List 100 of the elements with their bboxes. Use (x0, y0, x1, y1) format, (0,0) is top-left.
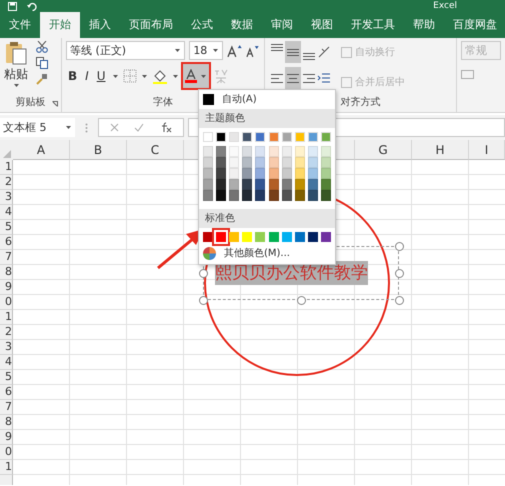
row-header[interactable]: 8 (0, 415, 13, 430)
checkmark-icon[interactable] (134, 123, 144, 132)
color-swatch[interactable] (308, 132, 318, 142)
row-header[interactable]: 2 (0, 325, 13, 340)
caret-icon[interactable] (140, 74, 148, 78)
align-middle-button[interactable] (285, 41, 301, 63)
caret-icon[interactable] (212, 48, 219, 53)
resize-handle[interactable] (395, 242, 404, 251)
color-swatch[interactable] (216, 157, 226, 168)
underline-button[interactable]: U (94, 65, 108, 87)
color-swatch[interactable] (242, 157, 252, 168)
text-orientation-icon[interactable] (317, 45, 331, 59)
color-swatch[interactable] (242, 179, 252, 190)
shrink-font-icon[interactable] (246, 44, 260, 58)
caret-icon[interactable] (65, 125, 72, 130)
font-name-field[interactable]: 等线 (正文) (66, 41, 186, 60)
paint-bucket-icon[interactable] (152, 68, 168, 84)
ribbon-tab[interactable]: 审阅 (262, 12, 302, 38)
color-swatch[interactable] (282, 132, 292, 142)
color-swatch[interactable] (242, 190, 252, 201)
column-header[interactable]: C (127, 140, 184, 160)
color-swatch[interactable] (216, 190, 226, 201)
row-header[interactable]: 0 (0, 295, 13, 310)
save-icon[interactable] (8, 2, 17, 10)
row-header[interactable]: 8 (0, 265, 13, 280)
ribbon-tab[interactable]: 帮助 (404, 12, 444, 38)
column-header[interactable]: G (355, 140, 412, 160)
color-swatch[interactable] (294, 132, 305, 142)
color-swatch[interactable] (282, 146, 292, 157)
caret-icon[interactable] (12, 83, 20, 88)
color-swatch[interactable] (282, 157, 292, 168)
color-swatch[interactable] (320, 168, 331, 179)
name-box[interactable]: 文本框 5 (0, 118, 75, 137)
font-size-field[interactable]: 18 (189, 41, 223, 60)
row-header[interactable]: 5 (0, 220, 13, 235)
row-header[interactable]: 9 (0, 430, 13, 445)
copy-icon[interactable] (36, 57, 50, 69)
column-header[interactable]: B (70, 140, 127, 160)
color-swatch[interactable] (255, 168, 266, 179)
color-swatch[interactable] (216, 168, 226, 179)
row-header[interactable]: 3 (0, 190, 13, 205)
row-header[interactable]: 1 (0, 310, 13, 325)
color-swatch[interactable] (203, 179, 213, 190)
ribbon-tab[interactable]: 文件 (0, 12, 40, 38)
color-swatch[interactable] (308, 157, 318, 168)
color-swatch[interactable] (255, 132, 266, 142)
color-swatch[interactable] (268, 168, 279, 179)
row-header[interactable]: 7 (0, 400, 13, 415)
color-swatch[interactable] (203, 132, 213, 142)
color-swatch[interactable] (216, 179, 226, 190)
color-swatch[interactable] (282, 179, 292, 190)
undo-icon[interactable] (27, 2, 37, 10)
color-swatch[interactable] (268, 232, 279, 242)
color-swatch[interactable] (294, 168, 305, 179)
color-swatch[interactable] (203, 157, 213, 168)
resize-handle[interactable] (395, 269, 404, 278)
color-swatch[interactable] (255, 179, 266, 190)
color-swatch[interactable] (320, 232, 331, 242)
color-swatch[interactable] (229, 232, 240, 242)
color-swatch[interactable] (216, 132, 226, 142)
cancel-icon[interactable] (110, 123, 119, 132)
color-swatch[interactable] (255, 157, 266, 168)
caret-icon[interactable] (172, 74, 178, 78)
color-swatch[interactable] (229, 146, 240, 157)
color-swatch[interactable] (308, 168, 318, 179)
resize-handle[interactable] (199, 296, 208, 305)
row-header[interactable]: 3 (0, 340, 13, 355)
dialog-launcher-icon[interactable] (52, 101, 58, 107)
color-swatch[interactable] (268, 157, 279, 168)
row-header[interactable]: 4 (0, 355, 13, 370)
color-swatch[interactable] (255, 146, 266, 157)
color-swatch[interactable] (320, 157, 331, 168)
color-swatch[interactable] (203, 168, 213, 179)
color-swatch[interactable] (308, 179, 318, 190)
font-color-button[interactable] (182, 64, 208, 88)
paintbrush-icon[interactable] (36, 73, 48, 85)
color-swatch[interactable] (320, 146, 331, 157)
row-header[interactable]: 2 (0, 175, 13, 190)
color-swatch[interactable] (216, 146, 226, 157)
color-swatch[interactable] (229, 157, 240, 168)
column-header[interactable]: H (412, 140, 469, 160)
color-swatch[interactable] (242, 232, 252, 242)
color-swatch[interactable] (294, 146, 305, 157)
color-swatch[interactable] (255, 190, 266, 201)
color-swatch[interactable] (320, 190, 331, 201)
row-header[interactable]: 5 (0, 370, 13, 385)
color-swatch[interactable] (294, 157, 305, 168)
ribbon-tab[interactable]: 视图 (302, 12, 342, 38)
color-swatch[interactable] (242, 146, 252, 157)
color-swatch[interactable] (229, 132, 240, 142)
indent-icon[interactable] (317, 71, 331, 85)
row-header[interactable]: 4 (0, 205, 13, 220)
paste-button[interactable]: 粘贴 (4, 41, 28, 89)
resize-handle[interactable] (395, 296, 404, 305)
automatic-color-item[interactable]: 自动(A) (199, 90, 335, 109)
color-swatch[interactable] (229, 190, 240, 201)
row-header[interactable]: 1 (0, 460, 13, 475)
color-swatch[interactable] (282, 168, 292, 179)
ribbon-tab[interactable]: 数据 (222, 12, 262, 38)
color-swatch[interactable] (268, 132, 279, 142)
